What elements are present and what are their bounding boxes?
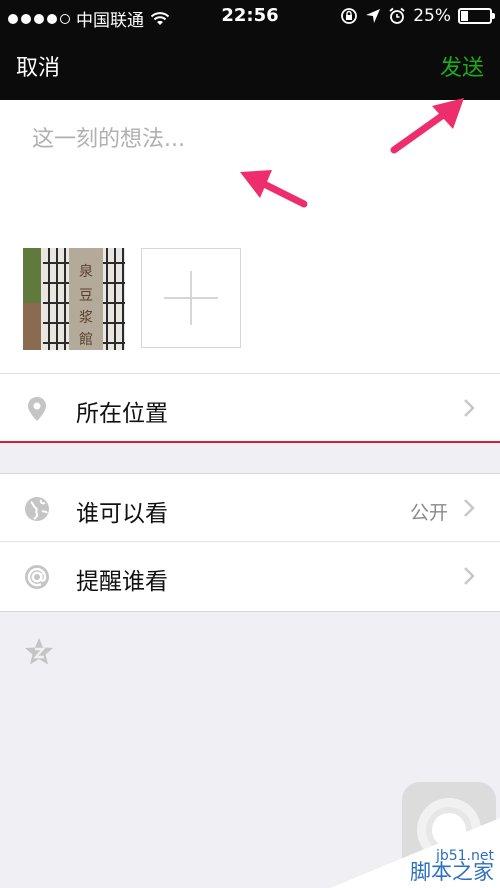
send-button[interactable]: 发送 — [440, 50, 484, 82]
chevron-right-icon — [464, 499, 475, 517]
cancel-button[interactable]: 取消 — [16, 50, 60, 82]
location-pin-icon — [28, 397, 46, 421]
watermark-name: 脚本之家 — [410, 860, 494, 884]
globe-icon — [25, 497, 49, 521]
photo-sign-char-2: 豆 — [79, 288, 93, 304]
attached-photo-thumbnail[interactable]: 泉 豆 浆 館 — [23, 248, 125, 350]
mention-label: 提醒谁看 — [76, 569, 168, 595]
visibility-value: 公开 — [409, 502, 448, 524]
visibility-row[interactable]: 谁可以看 公开 — [0, 474, 500, 542]
status-right: 25% — [340, 6, 495, 26]
photo-sign-char-3: 浆 — [79, 310, 93, 326]
location-row[interactable]: 所在位置 — [0, 374, 500, 441]
at-icon — [25, 565, 49, 589]
divider — [0, 611, 500, 612]
alarm-icon — [389, 7, 405, 24]
chevron-right-icon — [464, 399, 475, 417]
star-icon[interactable] — [23, 636, 55, 668]
location-arrow-icon — [366, 9, 381, 23]
battery-icon — [458, 8, 495, 24]
location-label: 所在位置 — [76, 401, 168, 427]
photo-image: 泉 豆 浆 館 — [23, 248, 125, 350]
mention-row[interactable]: 提醒谁看 — [0, 542, 500, 611]
photo-sign-char-1: 泉 — [79, 263, 93, 280]
visibility-label: 谁可以看 — [76, 501, 168, 527]
accent-divider — [0, 441, 500, 443]
battery-percentage: 25% — [413, 6, 451, 26]
chevron-right-icon — [464, 567, 475, 585]
status-bar: 中国联通 22:56 25% — [0, 0, 500, 34]
annotation-arrow-send — [390, 98, 464, 154]
annotation-arrow-input — [240, 170, 308, 208]
orientation-lock-icon — [341, 8, 358, 24]
add-photo-button[interactable] — [141, 248, 241, 348]
photo-sign-char-4: 館 — [79, 331, 93, 348]
